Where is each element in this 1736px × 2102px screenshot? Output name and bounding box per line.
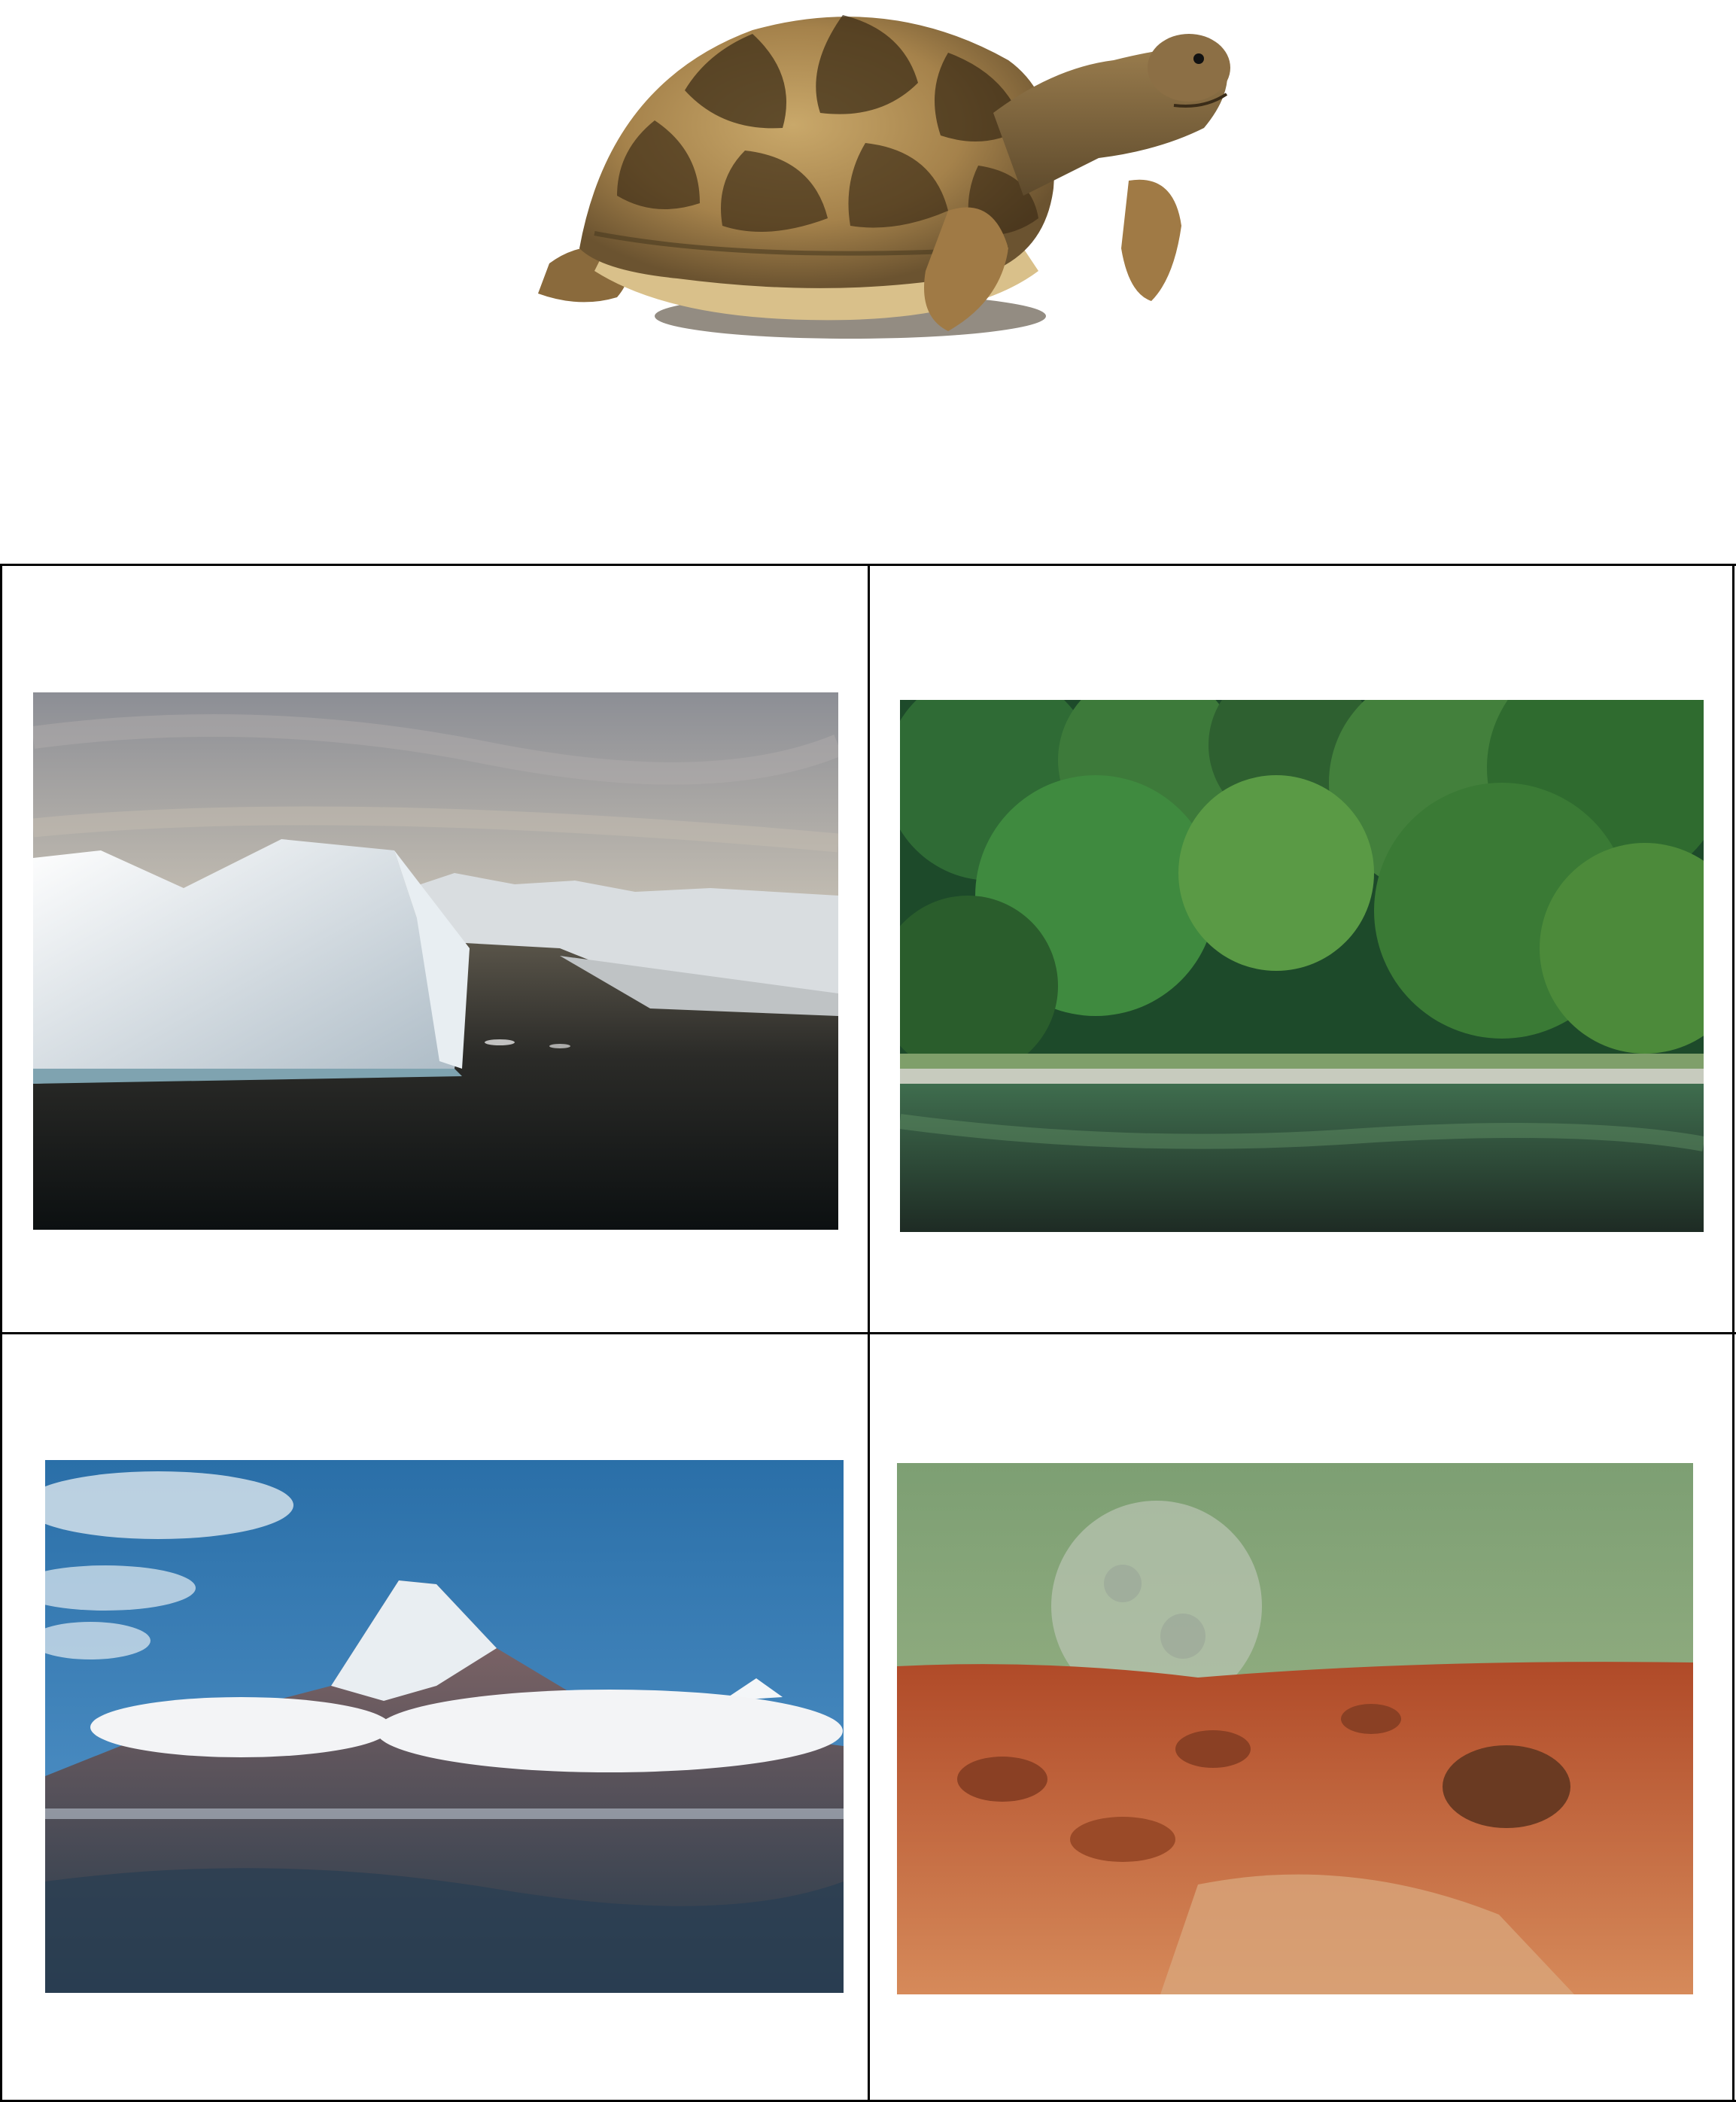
forest-river-image[interactable] (900, 700, 1704, 1232)
red-planet-image[interactable] (897, 1463, 1693, 1994)
tortoise-image (527, 0, 1242, 369)
mountain-image[interactable] (45, 1460, 844, 1993)
grid-middle-divider (0, 1332, 1736, 1334)
iceberg-image[interactable] (33, 692, 838, 1230)
